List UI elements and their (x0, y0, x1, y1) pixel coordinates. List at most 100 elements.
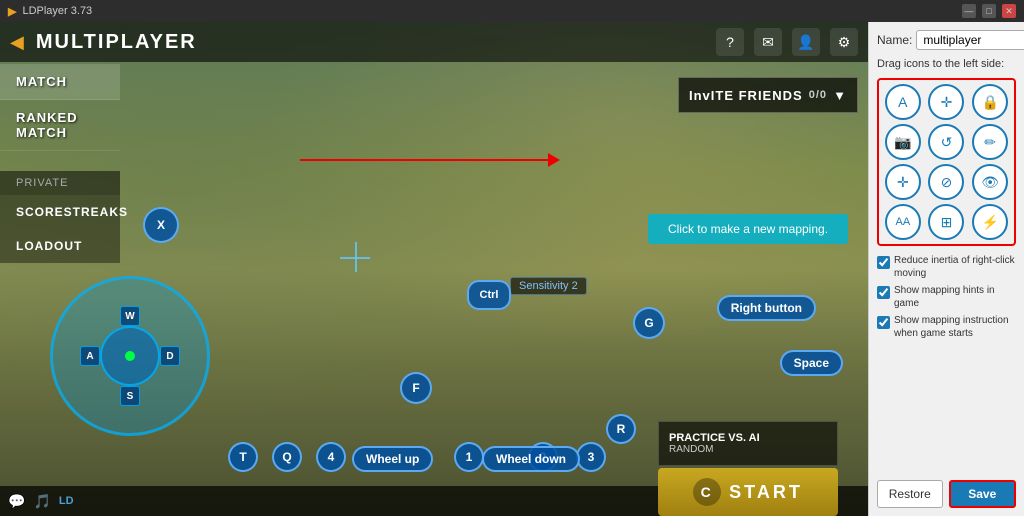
icon-keyboard-a[interactable]: A (885, 84, 921, 120)
panel-drag-hint: Drag icons to the left side: (877, 58, 1016, 70)
menu-item-ranked[interactable]: RANKED MATCH (0, 100, 120, 151)
panel-name-input[interactable] (916, 30, 1024, 50)
right-panel: Name: ▼ Drag icons to the left side: A ✛… (868, 22, 1024, 516)
panel-name-label: Name: (877, 33, 912, 47)
icon-cancel[interactable]: ⊘ (928, 164, 964, 200)
right-button-label: Right button (731, 301, 802, 315)
menu-item-match[interactable]: MATCH (0, 64, 120, 100)
icon-eye[interactable]: 👁 (972, 164, 1008, 200)
game-title: MULTIPLAYER (36, 31, 197, 54)
x-key-label: X (157, 218, 165, 232)
4-key-label: 4 (328, 450, 335, 464)
t-key-button[interactable]: T (228, 442, 258, 472)
icon-grid[interactable]: ⊞ (928, 204, 964, 240)
1-key-button[interactable]: 1 (454, 442, 484, 472)
chat-icon[interactable]: 💬 (8, 493, 25, 510)
wheel-down-label: Wheel down (496, 452, 566, 466)
invite-count: 0/0 (809, 89, 827, 101)
checkbox-instruction[interactable] (877, 316, 890, 329)
start-button[interactable]: C START (658, 468, 838, 516)
s-key[interactable]: S (120, 386, 140, 406)
g-key-button[interactable]: G (633, 307, 665, 339)
menu-item-loadout[interactable]: LOADOUT (0, 229, 120, 263)
menu-item-scorestreaks[interactable]: SCORESTREAKS (0, 195, 120, 229)
wheel-up-button[interactable]: Wheel up (352, 446, 433, 472)
f-key-label: F (412, 381, 419, 395)
3-key-label: 3 (588, 450, 595, 464)
f-key-button[interactable]: F (400, 372, 432, 404)
wasd-inner: W S A D (100, 326, 160, 386)
panel-buttons: Restore Save (877, 472, 1016, 508)
panel-name-row: Name: ▼ (877, 30, 1016, 50)
q-key-label: Q (282, 450, 291, 464)
wasd-circle: W S A D (50, 276, 210, 436)
checkbox-instruction-label: Show mapping instruction when game start… (894, 314, 1016, 340)
settings-icon[interactable]: ⚙ (830, 28, 858, 56)
icon-rotate[interactable]: ↺ (928, 124, 964, 160)
game-area: ◀ MULTIPLAYER ? ✉ 👤 ⚙ MATCH RANKED MATCH… (0, 22, 868, 516)
1-key-label: 1 (466, 450, 473, 464)
checkbox-inertia-label: Reduce inertia of right-click moving (894, 254, 1016, 280)
game-top-bar: ◀ MULTIPLAYER ? ✉ 👤 ⚙ (0, 22, 868, 62)
right-button[interactable]: Right button (717, 295, 816, 321)
practice-sub: RANDOM (669, 444, 827, 455)
checkbox-inertia[interactable] (877, 256, 890, 269)
help-icon[interactable]: ? (716, 28, 744, 56)
icon-pencil[interactable]: ✏ (972, 124, 1008, 160)
crosshair (340, 242, 370, 272)
menu-private-label: PRIVATE (0, 171, 120, 195)
invite-friends-label: InvITE FRIENDS (689, 88, 803, 103)
space-button[interactable]: Space (780, 350, 843, 376)
friends-icon[interactable]: 👤 (792, 28, 820, 56)
d-key[interactable]: D (160, 346, 180, 366)
mic-icon[interactable]: 🎵 (33, 493, 50, 510)
ctrl-key-button[interactable]: Ctrl (467, 280, 511, 310)
a-key[interactable]: A (80, 346, 100, 366)
red-arrow-line (300, 159, 548, 161)
ld-logo: ▶ (8, 5, 16, 18)
wheel-down-button[interactable]: Wheel down (482, 446, 580, 472)
icon-grid: A ✛ 🔒 📷 ↺ ✏ ✛ ⊘ 👁 AA ⊞ ⚡ (877, 78, 1016, 246)
icon-text-aa[interactable]: AA (885, 204, 921, 240)
invite-friends-bar[interactable]: InvITE FRIENDS 0/0 ▼ (678, 77, 858, 113)
back-arrow-icon: ◀ (10, 32, 24, 53)
sensitivity-label: Sensitivity 2 (510, 277, 587, 295)
wasd-dot (125, 351, 135, 361)
mapping-hint[interactable]: Click to make a new mapping. (648, 214, 848, 244)
checkbox-row-1: Reduce inertia of right-click moving (877, 254, 1016, 280)
4-key-button[interactable]: 4 (316, 442, 346, 472)
mail-icon[interactable]: ✉ (754, 28, 782, 56)
icon-camera[interactable]: 📷 (885, 124, 921, 160)
icon-lock[interactable]: 🔒 (972, 84, 1008, 120)
title-bar-controls: — □ ✕ (962, 4, 1016, 18)
mapping-hint-text: Click to make a new mapping. (668, 222, 828, 236)
game-top-icons: ? ✉ 👤 ⚙ (716, 28, 858, 56)
maximize-button[interactable]: □ (982, 4, 996, 18)
close-button[interactable]: ✕ (1002, 4, 1016, 18)
restore-button[interactable]: Restore (877, 480, 943, 508)
q-key-button[interactable]: Q (272, 442, 302, 472)
icon-lightning[interactable]: ⚡ (972, 204, 1008, 240)
ld-logo-bottom: LD (59, 495, 74, 507)
r-key-button[interactable]: R (606, 414, 636, 444)
minimize-button[interactable]: — (962, 4, 976, 18)
w-key[interactable]: W (120, 306, 140, 326)
ctrl-key-label: Ctrl (480, 289, 499, 301)
space-button-label: Space (794, 356, 829, 370)
practice-box[interactable]: PRACTICE VS. AI RANDOM (658, 421, 838, 466)
x-key-button[interactable]: X (143, 207, 179, 243)
start-c-icon: C (693, 478, 721, 506)
practice-title: PRACTICE VS. AI (669, 432, 827, 444)
icon-plus[interactable]: ✛ (885, 164, 921, 200)
checkbox-hints[interactable] (877, 286, 890, 299)
save-button[interactable]: Save (949, 480, 1017, 508)
checkbox-row-3: Show mapping instruction when game start… (877, 314, 1016, 340)
wheel-up-label: Wheel up (366, 452, 419, 466)
3-key-button[interactable]: 3 (576, 442, 606, 472)
t-key-label: T (239, 450, 246, 464)
checkbox-row-2: Show mapping hints in game (877, 284, 1016, 310)
icon-crosshair[interactable]: ✛ (928, 84, 964, 120)
left-menu: MATCH RANKED MATCH PRIVATE SCORESTREAKS … (0, 64, 120, 263)
red-arrow (300, 150, 560, 170)
title-bar: ▶ LDPlayer 3.73 — □ ✕ (0, 0, 1024, 22)
